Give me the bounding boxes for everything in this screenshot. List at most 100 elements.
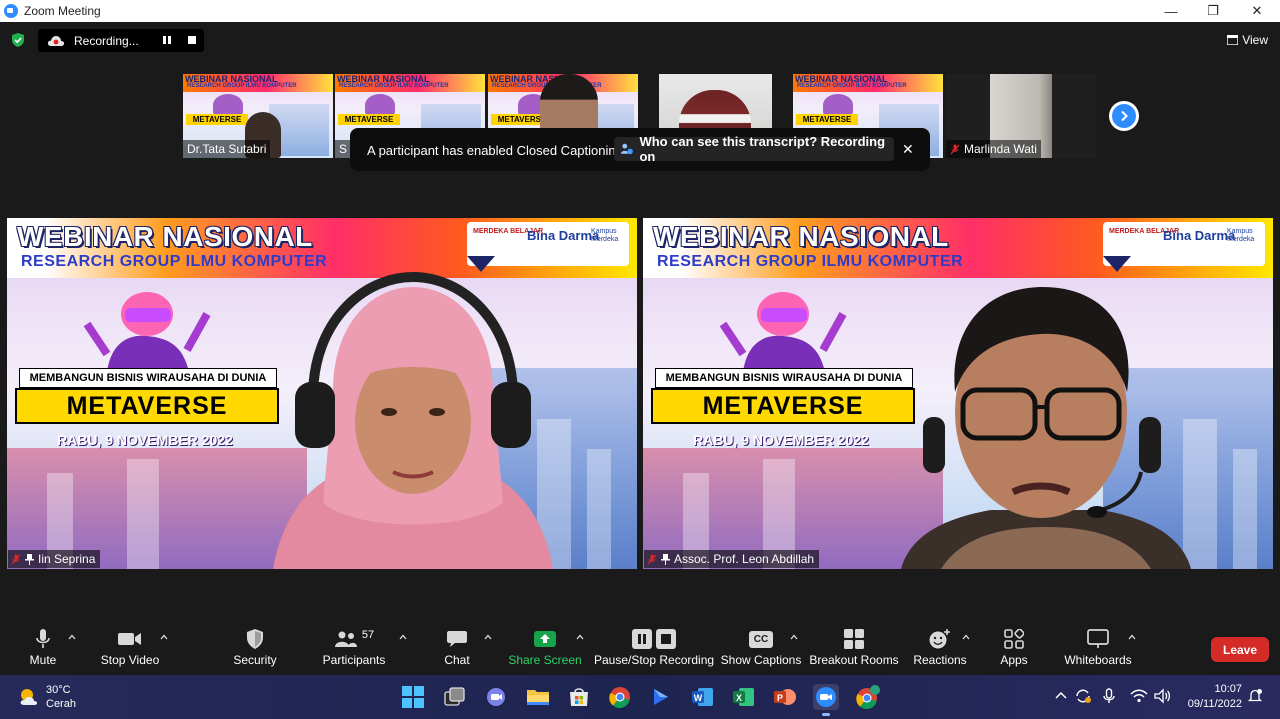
- microphone-icon[interactable]: [1100, 687, 1118, 705]
- chevron-up-icon[interactable]: [962, 634, 970, 640]
- mic-muted-icon: [950, 144, 960, 154]
- share-screen-button[interactable]: Share Screen: [508, 628, 582, 667]
- start-button[interactable]: [400, 684, 426, 710]
- chevron-up-icon[interactable]: [68, 634, 76, 640]
- word-button[interactable]: W: [690, 684, 716, 710]
- pause-recording-icon[interactable]: [162, 35, 172, 45]
- security-button[interactable]: Security: [232, 628, 278, 667]
- thumbnail-name: S: [335, 140, 352, 158]
- mute-label: Mute: [29, 653, 57, 667]
- stop-icon: [656, 629, 676, 649]
- participants-icon: [334, 631, 357, 647]
- maximize-button[interactable]: ❐: [1190, 0, 1236, 22]
- file-explorer-button[interactable]: [525, 684, 551, 710]
- windows-start-icon: [402, 686, 424, 708]
- media-player-icon: [654, 689, 668, 705]
- slide-headline: METAVERSE: [15, 388, 279, 424]
- chevron-up-icon[interactable]: [160, 634, 168, 640]
- chrome-profile-icon: [856, 685, 880, 709]
- thumbnail-name: Dr.Tata Sutabri: [183, 140, 271, 158]
- svg-text:i: i: [630, 149, 631, 155]
- chevron-up-icon[interactable]: [399, 634, 407, 640]
- close-window-button[interactable]: ✕: [1234, 0, 1280, 22]
- media-player-button[interactable]: [648, 684, 674, 710]
- thumbnail-name: Marlinda Wati: [964, 142, 1037, 156]
- transcript-visibility-link[interactable]: i Who can see this transcript? Recording…: [614, 134, 894, 164]
- store-button[interactable]: [566, 684, 592, 710]
- task-view-button[interactable]: [442, 684, 468, 710]
- chat-app-button[interactable]: [483, 684, 509, 710]
- video-tile[interactable]: WEBINAR NASIONAL RESEARCH GROUP ILMU KOM…: [643, 218, 1273, 569]
- participant-thumbnail[interactable]: WEBINAR NASIONAL RESEARCH GROUP ILMU KOM…: [183, 74, 333, 158]
- whiteboard-icon: [1087, 629, 1109, 648]
- close-caption-notice-button[interactable]: ✕: [902, 141, 914, 158]
- zoom-taskbar-button[interactable]: [813, 684, 839, 716]
- reactions-button[interactable]: Reactions: [913, 628, 967, 667]
- show-captions-button[interactable]: CC Show Captions: [721, 628, 801, 667]
- sync-icon[interactable]: [1074, 687, 1092, 705]
- chat-button[interactable]: Chat: [440, 628, 474, 667]
- pause-stop-recording-button[interactable]: Pause/Stop Recording: [594, 628, 714, 667]
- weather-condition: Cerah: [46, 698, 76, 710]
- volume-icon[interactable]: [1153, 687, 1171, 705]
- thumb-slide-badge: METAVERSE: [186, 114, 248, 125]
- leave-meeting-button[interactable]: Leave: [1211, 637, 1269, 662]
- recording-status: Recording...: [74, 33, 139, 48]
- weather-widget[interactable]: 30°C Cerah: [18, 683, 76, 711]
- stop-video-button[interactable]: Stop Video: [100, 628, 160, 667]
- temperature: 30°C: [46, 684, 71, 696]
- excel-button[interactable]: X: [731, 684, 757, 710]
- participants-button[interactable]: 57 Participants: [322, 628, 386, 667]
- pin-icon: [661, 553, 670, 565]
- recording-label: Pause/Stop Recording: [593, 653, 715, 667]
- share-screen-icon: [534, 631, 556, 647]
- chat-bubble-icon: [447, 631, 467, 647]
- powerpoint-icon: P: [774, 689, 796, 705]
- chrome-profile-button[interactable]: [855, 684, 881, 710]
- powerpoint-button[interactable]: P: [772, 684, 798, 710]
- next-page-button[interactable]: [1109, 101, 1139, 131]
- encryption-shield-icon[interactable]: [11, 33, 25, 47]
- breakout-rooms-button[interactable]: Breakout Rooms: [809, 628, 899, 667]
- chevron-up-icon[interactable]: [790, 634, 798, 640]
- cloud-recording-icon: [47, 35, 65, 46]
- svg-text:P: P: [777, 693, 783, 703]
- chevron-up-icon[interactable]: [1128, 634, 1136, 640]
- task-view-icon: [444, 687, 465, 706]
- whiteboards-button[interactable]: Whiteboards: [1062, 628, 1134, 667]
- participant-thumbnail[interactable]: Marlinda Wati: [946, 74, 1096, 158]
- apps-icon: [1004, 629, 1024, 649]
- apps-button[interactable]: Apps: [999, 628, 1029, 667]
- view-label: View: [1242, 33, 1268, 47]
- minimize-button[interactable]: —: [1148, 0, 1194, 22]
- zoom-app-icon: [4, 4, 18, 18]
- grid-view-icon: [1227, 35, 1239, 45]
- breakout-rooms-icon: [844, 629, 864, 649]
- folder-icon: [527, 690, 549, 705]
- thumb-slide-badge: METAVERSE: [796, 114, 858, 125]
- view-button[interactable]: View: [1227, 33, 1268, 47]
- participant-name: Assoc. Prof. Leon Abdillah: [674, 552, 815, 566]
- chevron-up-icon[interactable]: [484, 634, 492, 640]
- recording-indicator: Recording...: [38, 29, 204, 52]
- system-clock[interactable]: 10:07 09/11/2022: [1186, 682, 1242, 712]
- clock-date: 09/11/2022: [1187, 698, 1242, 710]
- wifi-icon[interactable]: [1130, 687, 1148, 705]
- microphone-icon: [36, 629, 50, 648]
- chevron-up-icon[interactable]: [576, 634, 584, 640]
- chat-label: Chat: [444, 653, 470, 667]
- notification-bell-icon[interactable]: [1246, 687, 1264, 705]
- bina-darma-logo: Bina Darma: [527, 228, 600, 243]
- chevron-up-icon[interactable]: [1052, 687, 1070, 705]
- participant-video: [901, 287, 1191, 569]
- stop-recording-icon[interactable]: [187, 35, 197, 45]
- slide-subtitle: RESEARCH GROUP ILMU KOMPUTER: [21, 253, 328, 270]
- mute-button[interactable]: Mute: [28, 628, 58, 667]
- video-tile[interactable]: WEBINAR NASIONAL RESEARCH GROUP ILMU KOM…: [7, 218, 637, 569]
- meeting-controls: Mute Stop Video Security 57 Participants…: [0, 620, 1280, 674]
- chevron-right-icon: [1121, 110, 1128, 122]
- thumb-slide-subtitle: RESEARCH GROUP ILMU KOMPUTER: [187, 83, 297, 89]
- transcript-prompt: Who can see this transcript? Recording o…: [639, 134, 886, 164]
- title-bar: Zoom Meeting — ❐ ✕: [0, 0, 1280, 22]
- chrome-button[interactable]: [607, 684, 633, 710]
